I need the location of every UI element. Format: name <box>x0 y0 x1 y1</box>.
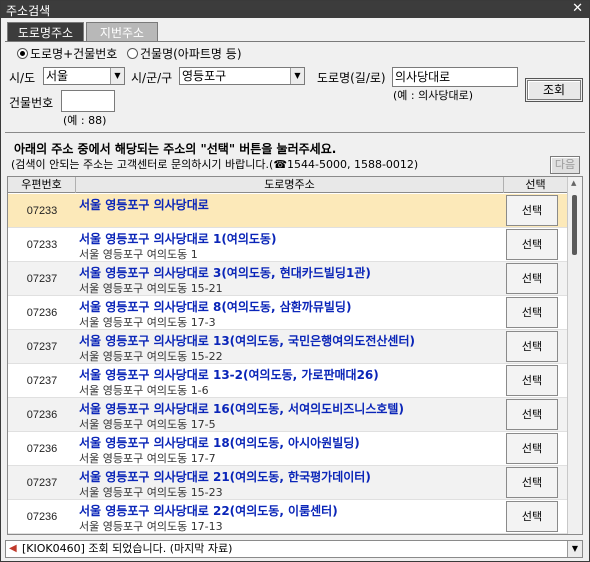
road-address: 서울 영등포구 의사당대로 21(여의도동, 한국평가데이터) <box>79 470 371 484</box>
close-icon[interactable]: ✕ <box>572 1 583 16</box>
road-address: 서울 영등포구 의사당대로 18(여의도동, 아시아원빌딩) <box>79 436 360 450</box>
next-button[interactable]: 다음 <box>550 156 580 174</box>
lot-address: 서울 영등포구 여의도동 1 <box>79 248 198 261</box>
select-button[interactable]: 선택 <box>506 501 558 532</box>
radio-selected-icon <box>17 48 28 59</box>
table-row[interactable]: 07237 서울 영등포구 의사당대로 13(여의도동, 국민은행여의도전산센터… <box>8 330 568 364</box>
lot-address: 서울 영등포구 여의도동 17-7 <box>79 452 216 465</box>
building-example: (예 : 88) <box>63 114 107 127</box>
result-grid: 우편번호 도로명주소 선택 07233 서울 영등포구 의사당대로 선택 072… <box>7 176 583 535</box>
chevron-down-icon[interactable]: ▼ <box>567 541 582 557</box>
guide-text: 아래의 주소 중에서 해당되는 주소의 "선택" 버튼을 눌러주세요. <box>14 142 337 156</box>
road-label: 도로명(길/로) <box>317 71 386 85</box>
tab-divider <box>5 41 585 42</box>
road-address: 서울 영등포구 의사당대로 <box>79 198 209 212</box>
zip-code: 07236 <box>26 307 58 319</box>
lot-address: 서울 영등포구 여의도동 15-21 <box>79 282 223 295</box>
road-address: 서울 영등포구 의사당대로 13(여의도동, 국민은행여의도전산센터) <box>79 334 415 348</box>
select-button[interactable]: 선택 <box>506 331 558 362</box>
speaker-icon: ◀ <box>9 543 17 554</box>
select-button[interactable]: 선택 <box>506 263 558 294</box>
radio-road-building[interactable]: 도로명+건물번호 <box>17 45 117 62</box>
zip-code: 07237 <box>26 273 58 285</box>
scrollbar-thumb[interactable] <box>572 195 577 255</box>
title-bar: 주소검색 ✕ <box>1 1 589 18</box>
tab-lot-address[interactable]: 지번주소 <box>86 22 158 42</box>
table-row[interactable]: 07237 서울 영등포구 의사당대로 13-2(여의도동, 가로판매대26) … <box>8 364 568 398</box>
radio-building-name[interactable]: 건물명(아파트명 등) <box>127 45 242 62</box>
column-header-address: 도로명주소 <box>76 177 504 193</box>
radio-road-building-label: 도로명+건물번호 <box>30 47 118 61</box>
zip-code: 07236 <box>26 409 58 421</box>
table-row[interactable]: 07237 서울 영등포구 의사당대로 21(여의도동, 한국평가데이터) 서울… <box>8 466 568 500</box>
lot-address: 서울 영등포구 여의도동 17-5 <box>79 418 216 431</box>
table-row[interactable]: 07236 서울 영등포구 의사당대로 8(여의도동, 삼환까뮤빌딩) 서울 영… <box>8 296 568 330</box>
sido-select[interactable]: 서울 ▼ <box>43 67 125 85</box>
lot-address: 서울 영등포구 여의도동 15-22 <box>79 350 223 363</box>
select-button[interactable]: 선택 <box>506 365 558 396</box>
sigungu-label: 시/군/구 <box>131 71 173 85</box>
building-number-input[interactable] <box>61 90 115 112</box>
chevron-down-icon[interactable]: ▼ <box>290 68 304 84</box>
search-button[interactable]: 조회 <box>525 78 583 102</box>
window-title: 주소검색 <box>6 4 51 18</box>
select-button[interactable]: 선택 <box>506 195 558 226</box>
lot-address: 서울 영등포구 여의도동 17-3 <box>79 316 216 329</box>
table-row[interactable]: 07236 서울 영등포구 의사당대로 16(여의도동, 서여의도비즈니스호텔)… <box>8 398 568 432</box>
road-address: 서울 영등포구 의사당대로 16(여의도동, 서여의도비즈니스호텔) <box>79 402 404 416</box>
zip-code: 07237 <box>26 477 58 489</box>
zip-code: 07237 <box>26 341 58 353</box>
sido-label: 시/도 <box>9 71 36 85</box>
sido-value: 서울 <box>46 69 69 83</box>
road-example: (예 : 의사당대로) <box>393 89 474 102</box>
status-message: [KIOK0460] 조회 되었습니다. (마지막 자료) <box>22 542 233 555</box>
column-header-zip: 우편번호 <box>8 177 76 193</box>
select-button[interactable]: 선택 <box>506 229 558 260</box>
table-row[interactable]: 07237 서울 영등포구 의사당대로 3(여의도동, 현대카드빌딩1관) 서울… <box>8 262 568 296</box>
address-search-window: 주소검색 ✕ 도로명주소 지번주소 도로명+건물번호 건물명(아파트명 등) 시… <box>0 0 590 562</box>
table-row[interactable]: 07236 서울 영등포구 의사당대로 22(여의도동, 이룸센터) 서울 영등… <box>8 500 568 534</box>
lot-address: 서울 영등포구 여의도동 17-13 <box>79 520 223 533</box>
road-value: 의사당대로 <box>395 70 451 84</box>
scroll-up-icon[interactable]: ▲ <box>571 179 576 187</box>
grid-rows: 07233 서울 영등포구 의사당대로 선택 07233 서울 영등포구 의사당… <box>8 194 568 534</box>
vertical-scrollbar[interactable]: ▲ <box>567 177 582 534</box>
zip-code: 07236 <box>26 511 58 523</box>
status-bar: ◀ [KIOK0460] 조회 되었습니다. (마지막 자료) ▼ <box>5 540 583 558</box>
grid-header: 우편번호 도로명주소 선택 <box>8 177 568 193</box>
select-button[interactable]: 선택 <box>506 399 558 430</box>
column-header-select: 선택 <box>504 177 568 193</box>
guide-contact-text: (검색이 안되는 주소는 고객센터로 문의하시기 바랍니다.(☎1544-500… <box>11 158 419 171</box>
select-button[interactable]: 선택 <box>506 467 558 498</box>
road-input[interactable]: 의사당대로 <box>392 67 518 87</box>
tab-road-address[interactable]: 도로명주소 <box>7 22 84 42</box>
sigungu-select[interactable]: 영등포구 ▼ <box>179 67 305 85</box>
table-row[interactable]: 07233 서울 영등포구 의사당대로 1(여의도동) 서울 영등포구 여의도동… <box>8 228 568 262</box>
select-button[interactable]: 선택 <box>506 297 558 328</box>
select-button[interactable]: 선택 <box>506 433 558 464</box>
radio-building-name-label: 건물명(아파트명 등) <box>140 47 242 61</box>
road-address: 서울 영등포구 의사당대로 8(여의도동, 삼환까뮤빌딩) <box>79 300 352 314</box>
table-row[interactable]: 07233 서울 영등포구 의사당대로 선택 <box>8 194 568 228</box>
sigungu-value: 영등포구 <box>182 69 227 83</box>
section-divider <box>5 132 585 133</box>
chevron-down-icon[interactable]: ▼ <box>110 68 124 84</box>
zip-code: 07233 <box>26 239 58 251</box>
road-address: 서울 영등포구 의사당대로 1(여의도동) <box>79 232 277 246</box>
lot-address: 서울 영등포구 여의도동 1-6 <box>79 384 209 397</box>
road-address: 서울 영등포구 의사당대로 22(여의도동, 이룸센터) <box>79 504 338 518</box>
road-address: 서울 영등포구 의사당대로 3(여의도동, 현대카드빌딩1관) <box>79 266 371 280</box>
zip-code: 07236 <box>26 443 58 455</box>
radio-unselected-icon <box>127 48 138 59</box>
lot-address: 서울 영등포구 여의도동 15-23 <box>79 486 223 499</box>
zip-code: 07233 <box>26 205 58 217</box>
building-number-label: 건물번호 <box>9 96 54 110</box>
zip-code: 07237 <box>26 375 58 387</box>
road-address: 서울 영등포구 의사당대로 13-2(여의도동, 가로판매대26) <box>79 368 379 382</box>
table-row[interactable]: 07236 서울 영등포구 의사당대로 18(여의도동, 아시아원빌딩) 서울 … <box>8 432 568 466</box>
